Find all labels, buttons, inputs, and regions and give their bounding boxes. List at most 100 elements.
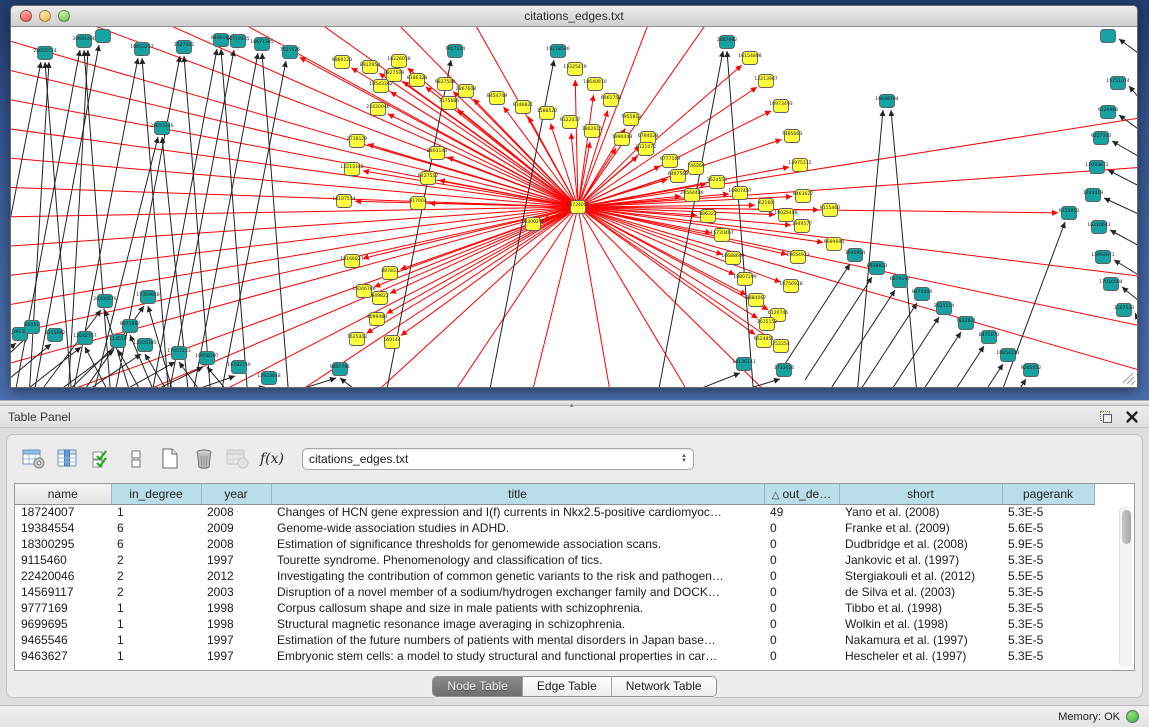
graph-edge[interactable]: [714, 379, 780, 387]
network-canvas[interactable]: 1872400718300295986012389129541822605898…: [11, 27, 1137, 387]
table-row[interactable]: 911546021997Tourette syndrome. Phenomeno…: [15, 552, 1094, 568]
table-cell[interactable]: 5.9E-5: [1002, 536, 1094, 552]
table-cell[interactable]: 1997: [201, 648, 271, 664]
tab-node-table[interactable]: Node Table: [433, 677, 522, 696]
graph-edge[interactable]: [262, 53, 289, 387]
table-cell[interactable]: 1998: [201, 600, 271, 616]
table-row[interactable]: 969969511998Structural magnetic resonanc…: [15, 616, 1094, 632]
panel-splitter[interactable]: ▴: [0, 400, 1149, 406]
table-cell[interactable]: 2003: [201, 584, 271, 600]
tab-edge-table[interactable]: Edge Table: [522, 677, 611, 696]
window-titlebar[interactable]: citations_edges.txt: [11, 6, 1137, 27]
table-row[interactable]: 2242004622012Investigating the contribut…: [15, 568, 1094, 584]
graph-edge[interactable]: [270, 378, 336, 387]
graph-edge[interactable]: [11, 336, 28, 387]
float-panel-button[interactable]: [1097, 409, 1115, 425]
table-cell[interactable]: Corpus callosum shape and size in male p…: [271, 600, 764, 616]
table-cell[interactable]: Structural magnetic resonance image aver…: [271, 616, 764, 632]
table-cell[interactable]: 0: [764, 552, 839, 568]
splitter-grip-icon[interactable]: ▴: [570, 401, 574, 409]
graph-edge[interactable]: [168, 50, 234, 387]
table-cell[interactable]: Jankovic et al. (1997): [839, 552, 1002, 568]
graph-edge[interactable]: [169, 376, 235, 387]
table-cell[interactable]: Franke et al. (2009): [839, 520, 1002, 536]
graph-edge[interactable]: [447, 157, 578, 207]
table-cell[interactable]: 19384554: [15, 520, 111, 536]
table-row[interactable]: 1456911722003Disruption of a novel membe…: [15, 584, 1094, 600]
graph-edge[interactable]: [850, 303, 917, 387]
graph-edge[interactable]: [578, 207, 781, 282]
table-cell[interactable]: Changes of HCN gene expression and I(f) …: [271, 504, 764, 520]
table-cell[interactable]: Stergiakouli et al. (2012): [839, 568, 1002, 584]
column-header-out-de-[interactable]: △out_de…: [764, 484, 839, 504]
graph-edge[interactable]: [828, 290, 895, 387]
graph-edge[interactable]: [220, 61, 286, 387]
graph-edge[interactable]: [151, 49, 217, 387]
table-cell[interactable]: Tourette syndrome. Phenomenology and cla…: [271, 552, 764, 568]
table-selector-dropdown[interactable]: citations_edges.txt ▲▼: [302, 448, 694, 470]
table-cell[interactable]: 5.3E-5: [1002, 584, 1094, 600]
import-table-icon[interactable]: [224, 445, 252, 473]
graph-edge[interactable]: [578, 207, 691, 387]
table-cell[interactable]: Yano et al. (2008): [839, 504, 1002, 520]
table-cell[interactable]: 2012: [201, 568, 271, 584]
graph-edge[interactable]: [11, 207, 578, 277]
table-cell[interactable]: Dudbridge et al. (2008): [839, 536, 1002, 552]
graph-edge[interactable]: [894, 332, 961, 387]
table-cell[interactable]: 0: [764, 520, 839, 536]
table-cell[interactable]: 49: [764, 504, 839, 520]
table-cell[interactable]: 1997: [201, 632, 271, 648]
table-row[interactable]: 1938455462009Genome-wide association stu…: [15, 520, 1094, 536]
table-scrollbar-thumb[interactable]: [1122, 510, 1131, 544]
column-header-in-degree[interactable]: in_degree: [111, 484, 201, 504]
column-header-name[interactable]: name: [15, 484, 111, 504]
graph-edge[interactable]: [379, 73, 578, 207]
delete-table-icon[interactable]: [190, 445, 218, 473]
new-table-icon[interactable]: [156, 445, 184, 473]
graph-edge[interactable]: [371, 207, 578, 387]
graph-edge[interactable]: [1108, 170, 1137, 189]
table-cell[interactable]: 6: [111, 536, 201, 552]
table-cell[interactable]: 1: [111, 648, 201, 664]
table-cell[interactable]: 9463627: [15, 648, 111, 664]
table-cell[interactable]: 0: [764, 632, 839, 648]
table-cell[interactable]: Estimation of significance thresholds fo…: [271, 536, 764, 552]
table-cell[interactable]: 6: [111, 520, 201, 536]
table-cell[interactable]: Embryonic stem cells: a model to study s…: [271, 648, 764, 664]
graph-edge[interactable]: [999, 222, 1065, 387]
table-cell[interactable]: 2009: [201, 520, 271, 536]
graph-edge[interactable]: [184, 56, 211, 387]
graph-edge[interactable]: [872, 317, 939, 387]
table-scrollbar[interactable]: [1119, 506, 1132, 668]
table-cell[interactable]: 0: [764, 584, 839, 600]
graph-node[interactable]: [96, 30, 111, 43]
table-cell[interactable]: 5.5E-5: [1002, 568, 1094, 584]
table-cell[interactable]: 5.3E-5: [1002, 600, 1094, 616]
table-cell[interactable]: 5.6E-5: [1002, 520, 1094, 536]
table-cell[interactable]: Estimation of the future numbers of pati…: [271, 632, 764, 648]
close-panel-button[interactable]: [1123, 409, 1141, 425]
column-header-year[interactable]: year: [201, 484, 271, 504]
table-cell[interactable]: 0: [764, 616, 839, 632]
graph-edge[interactable]: [137, 367, 203, 387]
table-cell[interactable]: 22420046: [15, 568, 111, 584]
tab-network-table[interactable]: Network Table: [611, 677, 716, 696]
table-cell[interactable]: 1: [111, 504, 201, 520]
table-cell[interactable]: 2008: [201, 504, 271, 520]
memory-status-icon[interactable]: [1126, 710, 1139, 723]
graph-edge[interactable]: [1135, 313, 1137, 332]
table-cell[interactable]: 0: [764, 648, 839, 664]
table-cell[interactable]: 0: [764, 568, 839, 584]
graph-edge[interactable]: [578, 95, 593, 207]
table-cell[interactable]: Wolkin et al. (1998): [839, 616, 1002, 632]
table-cell[interactable]: 1997: [201, 552, 271, 568]
graph-edge[interactable]: [29, 62, 49, 387]
table-cell[interactable]: 9777169: [15, 600, 111, 616]
table-cell[interactable]: Hescheler et al. (1997): [839, 648, 1002, 664]
table-cell[interactable]: 1: [111, 600, 201, 616]
network-canvas-svg[interactable]: 1872400718300295986012389129541822605898…: [11, 27, 1137, 387]
table-cell[interactable]: 1: [111, 632, 201, 648]
table-cell[interactable]: 18724007: [15, 504, 111, 520]
graph-edge[interactable]: [1119, 115, 1137, 134]
table-cell[interactable]: 1998: [201, 616, 271, 632]
